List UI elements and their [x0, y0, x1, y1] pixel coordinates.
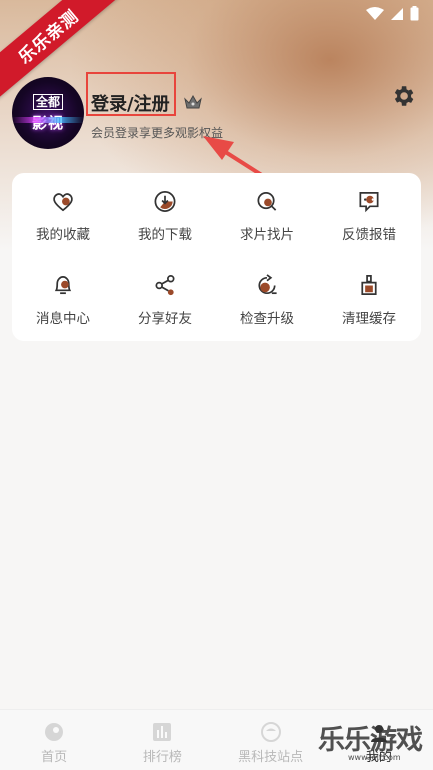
menu-item-label: 检查升级: [240, 311, 294, 327]
watermark: 乐乐游戏 www.lelf.com: [318, 718, 423, 762]
home-icon: [45, 723, 64, 741]
upgrade-icon: [258, 274, 277, 295]
menu-item-label: 分享好友: [138, 311, 192, 327]
site-icon: [260, 722, 281, 742]
menu-item-downloads[interactable]: 我的下载: [114, 173, 216, 243]
watermark-text: 乐乐游戏: [318, 725, 423, 756]
menu-item-messages[interactable]: 消息中心: [12, 257, 114, 327]
login-subtitle: 会员登录享更多观影权益: [91, 126, 224, 140]
menu-item-label: 消息中心: [36, 311, 90, 327]
menu-item-label: 我的下载: [138, 227, 192, 243]
menu-item-feedback[interactable]: 反馈报错: [318, 173, 420, 243]
nav-item-rank[interactable]: 排行榜: [108, 710, 216, 770]
menu-item-label: 清理缓存: [342, 311, 396, 327]
menu-item-label: 我的收藏: [36, 227, 90, 243]
nav-item-label: 黑科技站点: [238, 750, 304, 765]
avatar-text-line1: 全都: [32, 93, 63, 110]
heart-icon: [53, 193, 73, 212]
menu-item-upgrade[interactable]: 检查升级: [216, 257, 318, 327]
status-bar: [366, 6, 419, 21]
rank-icon: [153, 723, 172, 741]
avatar[interactable]: 全都 影视: [12, 77, 84, 149]
bell-icon: [54, 275, 72, 295]
battery-icon: [410, 6, 419, 21]
clean-icon: [361, 275, 377, 296]
menu-item-request-film[interactable]: 求片找片: [216, 173, 318, 243]
menu-item-favorites[interactable]: 我的收藏: [12, 173, 114, 243]
wifi-icon: [366, 6, 384, 20]
nav-item-label: 排行榜: [142, 750, 182, 765]
download-icon: [154, 191, 176, 212]
nav-item-sites[interactable]: 黑科技站点: [217, 710, 325, 770]
menu-item-clear-cache[interactable]: 清理缓存: [318, 257, 420, 327]
gear-icon[interactable]: [390, 83, 416, 109]
menu-item-label: 求片找片: [240, 227, 294, 243]
feedback-icon: [359, 191, 379, 213]
nav-item-label: 首页: [41, 750, 68, 765]
signal-icon: [391, 7, 403, 20]
highlight-box: [86, 72, 176, 116]
avatar-glow: [12, 117, 84, 123]
crown-icon: [184, 94, 202, 109]
nav-item-home[interactable]: 首页: [0, 710, 108, 770]
menu-card: 我的收藏 我的下载 求片找片 反馈报错 消息中心 分享好友 检查升级 清理缓存: [12, 173, 421, 341]
search-film-icon: [257, 191, 277, 211]
menu-item-label: 反馈报错: [342, 227, 396, 243]
menu-item-share[interactable]: 分享好友: [114, 257, 216, 327]
share-icon: [155, 275, 175, 296]
